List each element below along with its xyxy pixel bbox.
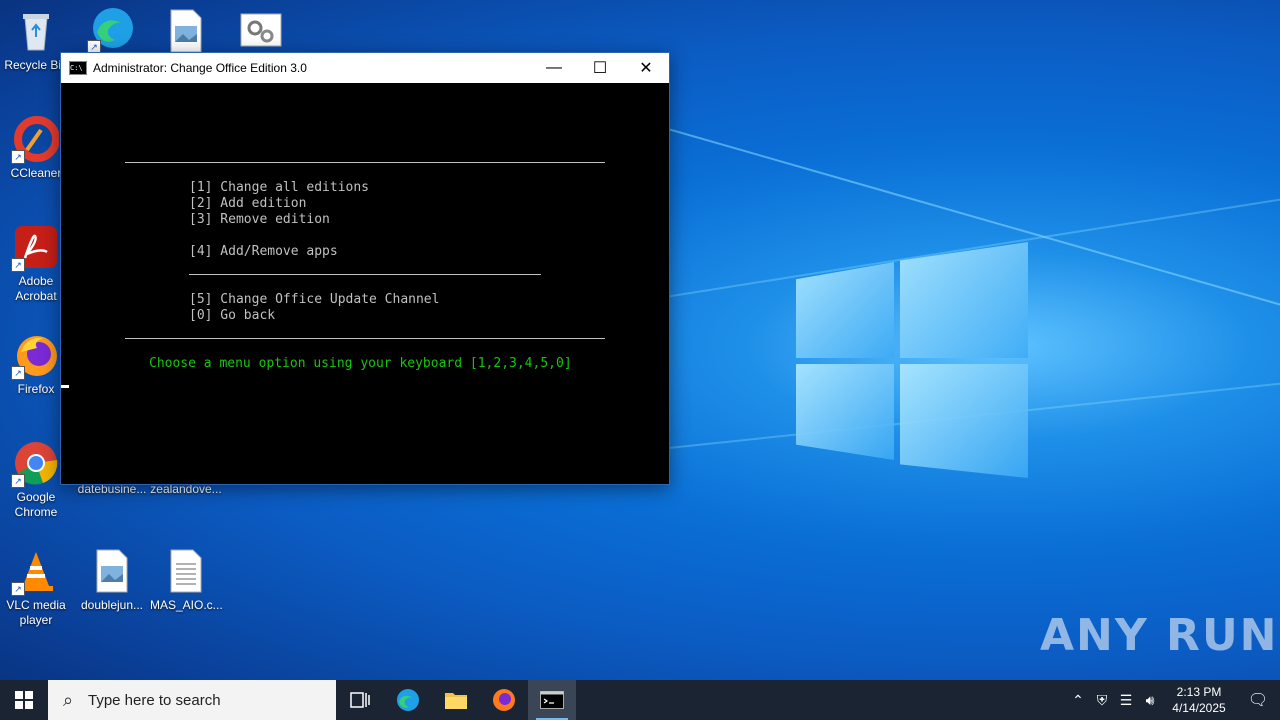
settings-file-icon — [237, 8, 283, 54]
adobe-acrobat-icon: ↗ — [11, 224, 59, 272]
desktop-icon-mas-aio[interactable]: MAS_AIO.c... — [150, 548, 223, 613]
windows-logo-wallpaper — [796, 242, 1028, 478]
taskbar-search-box[interactable]: ⌕ Type here to search — [48, 680, 336, 720]
menu-item-update-channel: [5] Change Office Update Channel — [189, 292, 440, 307]
text-file-icon — [163, 548, 209, 594]
taskbar: ⌕ Type here to search ⌃ ⛨ ☰ 🔊︎ 2:13 PM 4… — [0, 680, 1280, 720]
firefox-icon — [493, 689, 515, 711]
cmd-icon: C:\ — [69, 61, 87, 75]
image-file-icon — [163, 8, 209, 54]
desktop-icon-label: doublejun... — [80, 598, 144, 612]
divider — [125, 162, 605, 163]
desktop-icon-doublejun[interactable]: doublejun... — [76, 548, 148, 613]
menu-item-add-remove-apps: [4] Add/Remove apps — [189, 244, 338, 259]
chrome-icon: ↗ — [11, 440, 59, 488]
text-cursor — [61, 385, 69, 388]
system-tray: ⌃ ⛨ ☰ 🔊︎ 2:13 PM 4/14/2025 🗨︎ — [1066, 680, 1280, 720]
security-icon[interactable]: ⛨ — [1090, 692, 1114, 709]
menu-item-go-back: [0] Go back — [189, 308, 276, 323]
window-title: Administrator: Change Office Edition 3.0 — [93, 61, 307, 75]
search-icon: ⌕ — [62, 689, 74, 710]
divider — [189, 274, 541, 275]
shortcut-arrow-icon: ↗ — [11, 582, 25, 596]
desktop-icon-vlc[interactable]: ↗ VLC media player — [0, 548, 72, 628]
image-file-icon — [89, 548, 135, 594]
menu-item-change-all-editions: [1] Change all editions — [189, 180, 370, 195]
desktop-icon-settings-file[interactable] — [224, 8, 296, 58]
network-icon[interactable]: ☰ — [1114, 692, 1138, 709]
close-button[interactable]: ✕ — [623, 53, 669, 83]
start-button[interactable] — [0, 680, 48, 720]
desktop-icon-edge[interactable]: ↗ — [76, 6, 148, 56]
clock-date: 4/14/2025 — [1172, 701, 1226, 715]
taskbar-firefox[interactable] — [480, 680, 528, 720]
desktop-icon-image-file[interactable] — [150, 8, 222, 58]
desktop-icon-label: MAS_AIO.c... — [150, 598, 223, 612]
taskbar-cmd[interactable] — [528, 680, 576, 720]
taskbar-edge[interactable] — [384, 680, 432, 720]
taskbar-file-explorer[interactable] — [432, 680, 480, 720]
clock-time: 2:13 PM — [1176, 685, 1222, 699]
shortcut-arrow-icon: ↗ — [11, 150, 25, 164]
recycle-bin-icon — [13, 8, 59, 54]
shortcut-arrow-icon: ↗ — [11, 258, 25, 272]
menu-prompt: Choose a menu option using your keyboard… — [149, 356, 572, 371]
window-titlebar[interactable]: C:\ Administrator: Change Office Edition… — [61, 53, 669, 83]
firefox-icon: ↗ — [11, 332, 59, 380]
anyrun-watermark: ANY RUN — [1040, 610, 1279, 661]
menu-item-add-edition: [2] Add edition — [189, 196, 307, 211]
task-view-button[interactable] — [336, 680, 384, 720]
minimize-button[interactable]: — — [531, 53, 577, 83]
windows-start-icon — [15, 691, 33, 709]
search-placeholder: Type here to search — [88, 691, 221, 709]
cmd-icon — [540, 691, 564, 709]
menu-item-remove-edition: [3] Remove edition — [189, 212, 330, 227]
chevron-up-icon[interactable]: ⌃ — [1066, 692, 1090, 709]
vlc-cone-icon: ↗ — [11, 548, 59, 596]
task-view-icon — [350, 692, 370, 708]
folder-icon — [445, 693, 467, 709]
console-area[interactable]: [1] Change all editions [2] Add edition … — [61, 84, 669, 484]
clock[interactable]: 2:13 PM 4/14/2025 — [1162, 684, 1236, 716]
desktop-icon-label: Google Chrome — [14, 490, 58, 519]
edge-icon — [397, 689, 419, 711]
divider — [125, 338, 605, 339]
cmd-window[interactable]: C:\ Administrator: Change Office Edition… — [60, 52, 670, 485]
ccleaner-icon: ↗ — [11, 116, 60, 164]
shortcut-arrow-icon: ↗ — [11, 474, 25, 488]
desktop-icon-label: VLC media player — [6, 598, 66, 627]
shortcut-arrow-icon: ↗ — [11, 366, 25, 380]
notification-icon[interactable]: 🗨︎ — [1236, 690, 1280, 710]
maximize-button[interactable]: ☐ — [577, 53, 623, 83]
volume-icon[interactable]: 🔊︎ — [1138, 692, 1162, 709]
edge-icon: ↗ — [87, 6, 135, 54]
